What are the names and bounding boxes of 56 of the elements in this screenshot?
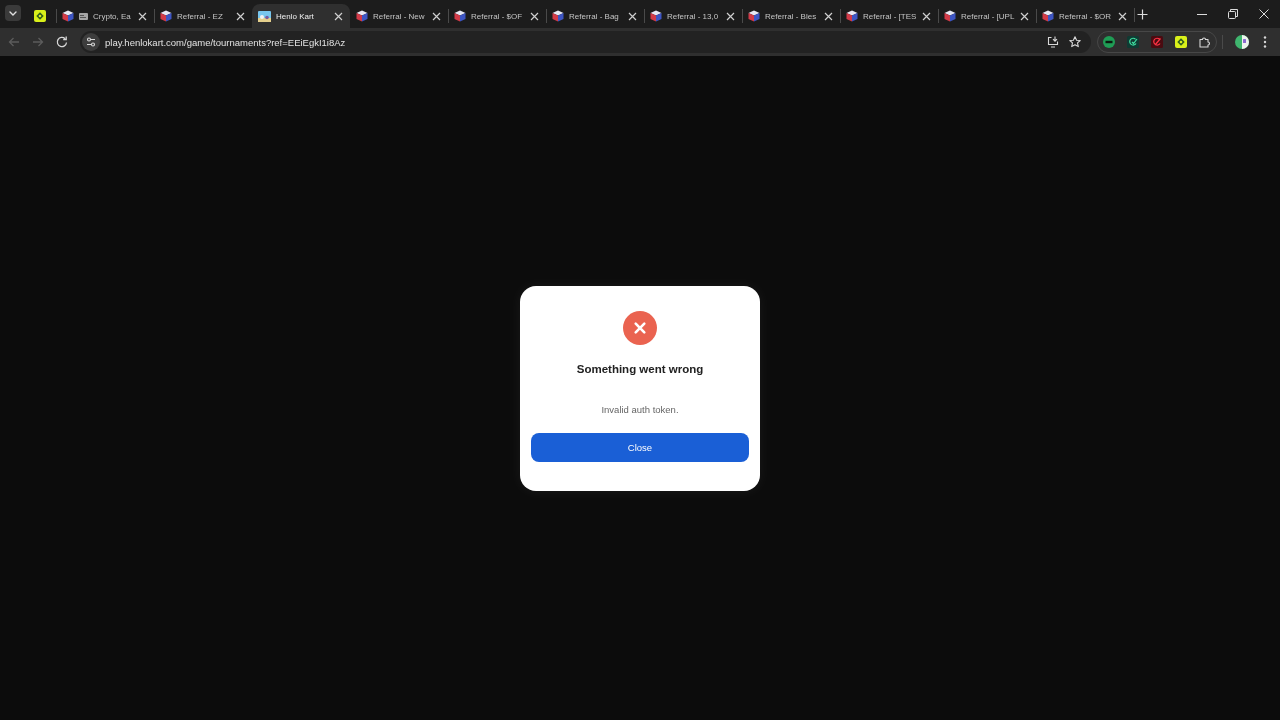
- tab[interactable]: Referral - $OF: [448, 4, 546, 28]
- plus-icon[interactable]: [1137, 8, 1148, 20]
- puzzle-icon[interactable]: [1199, 36, 1211, 48]
- dialog-title: Something went wrong: [576, 361, 704, 376]
- cube-icon: [356, 10, 368, 22]
- star-icon[interactable]: [1069, 36, 1081, 48]
- tab[interactable]: Referral - 13,0: [644, 4, 742, 28]
- cube-icon: [160, 10, 172, 22]
- tab[interactable]: Referral - Bles: [742, 4, 840, 28]
- install-icon[interactable]: [1047, 36, 1059, 48]
- app-icon[interactable]: [1175, 36, 1187, 48]
- cube-icon: [1042, 10, 1054, 22]
- cube-icon: [846, 10, 858, 22]
- card-icon: [79, 12, 88, 20]
- cube-icon: [552, 10, 564, 22]
- close-icon[interactable]: [530, 11, 539, 21]
- tab[interactable]: Crypto, Ea: [56, 4, 154, 28]
- menu-icon[interactable]: [1263, 36, 1267, 48]
- close-icon[interactable]: [824, 11, 833, 21]
- reload-icon[interactable]: [55, 35, 69, 49]
- avatar-icon[interactable]: [1235, 35, 1249, 49]
- tab[interactable]: Referral - EZ: [154, 4, 252, 28]
- restore-icon[interactable]: [1228, 9, 1238, 19]
- cube-icon: [944, 10, 956, 22]
- tab[interactable]: Referral - Bag: [546, 4, 644, 28]
- address-bar[interactable]: play.henlokart.com/game/tournaments?ref=EEiEgkI1i8Az: [80, 31, 1091, 53]
- slash-square-icon[interactable]: [1151, 36, 1163, 48]
- dialog-message: Invalid auth token.: [601, 403, 679, 416]
- chevron-down-icon[interactable]: [5, 5, 21, 21]
- cube-icon: [650, 10, 662, 22]
- close-icon[interactable]: [922, 11, 931, 21]
- close-icon[interactable]: [138, 11, 147, 21]
- check-square-icon[interactable]: [1127, 36, 1139, 48]
- close-icon[interactable]: [432, 11, 441, 21]
- image-icon: [258, 10, 271, 22]
- close-button[interactable]: Close: [531, 432, 749, 462]
- url-text: play.henlokart.com/game/tournaments?ref=EEiEgkI1i8Az: [105, 36, 346, 48]
- close-icon[interactable]: [726, 11, 735, 21]
- close-icon[interactable]: [334, 11, 343, 21]
- close-icon[interactable]: [1020, 11, 1029, 21]
- tab[interactable]: Referral - [UPL: [938, 4, 1036, 28]
- tab[interactable]: Referral - New: [350, 4, 448, 28]
- close-icon[interactable]: [1259, 9, 1269, 19]
- tab[interactable]: Henlo Kart: [252, 4, 350, 28]
- tab[interactable]: Referral - $OR: [1036, 4, 1134, 28]
- app-icon: [34, 10, 46, 22]
- close-icon[interactable]: [628, 11, 637, 21]
- close-icon[interactable]: [236, 11, 245, 21]
- tune-icon[interactable]: [82, 33, 100, 51]
- error-icon: [623, 310, 657, 345]
- tab[interactable]: Referral - [TES: [840, 4, 938, 28]
- close-icon[interactable]: [1118, 11, 1127, 21]
- cube-icon: [748, 10, 760, 22]
- minus-circle-icon[interactable]: [1103, 36, 1115, 48]
- cube-icon: [454, 10, 466, 22]
- cube-icon: [62, 10, 74, 22]
